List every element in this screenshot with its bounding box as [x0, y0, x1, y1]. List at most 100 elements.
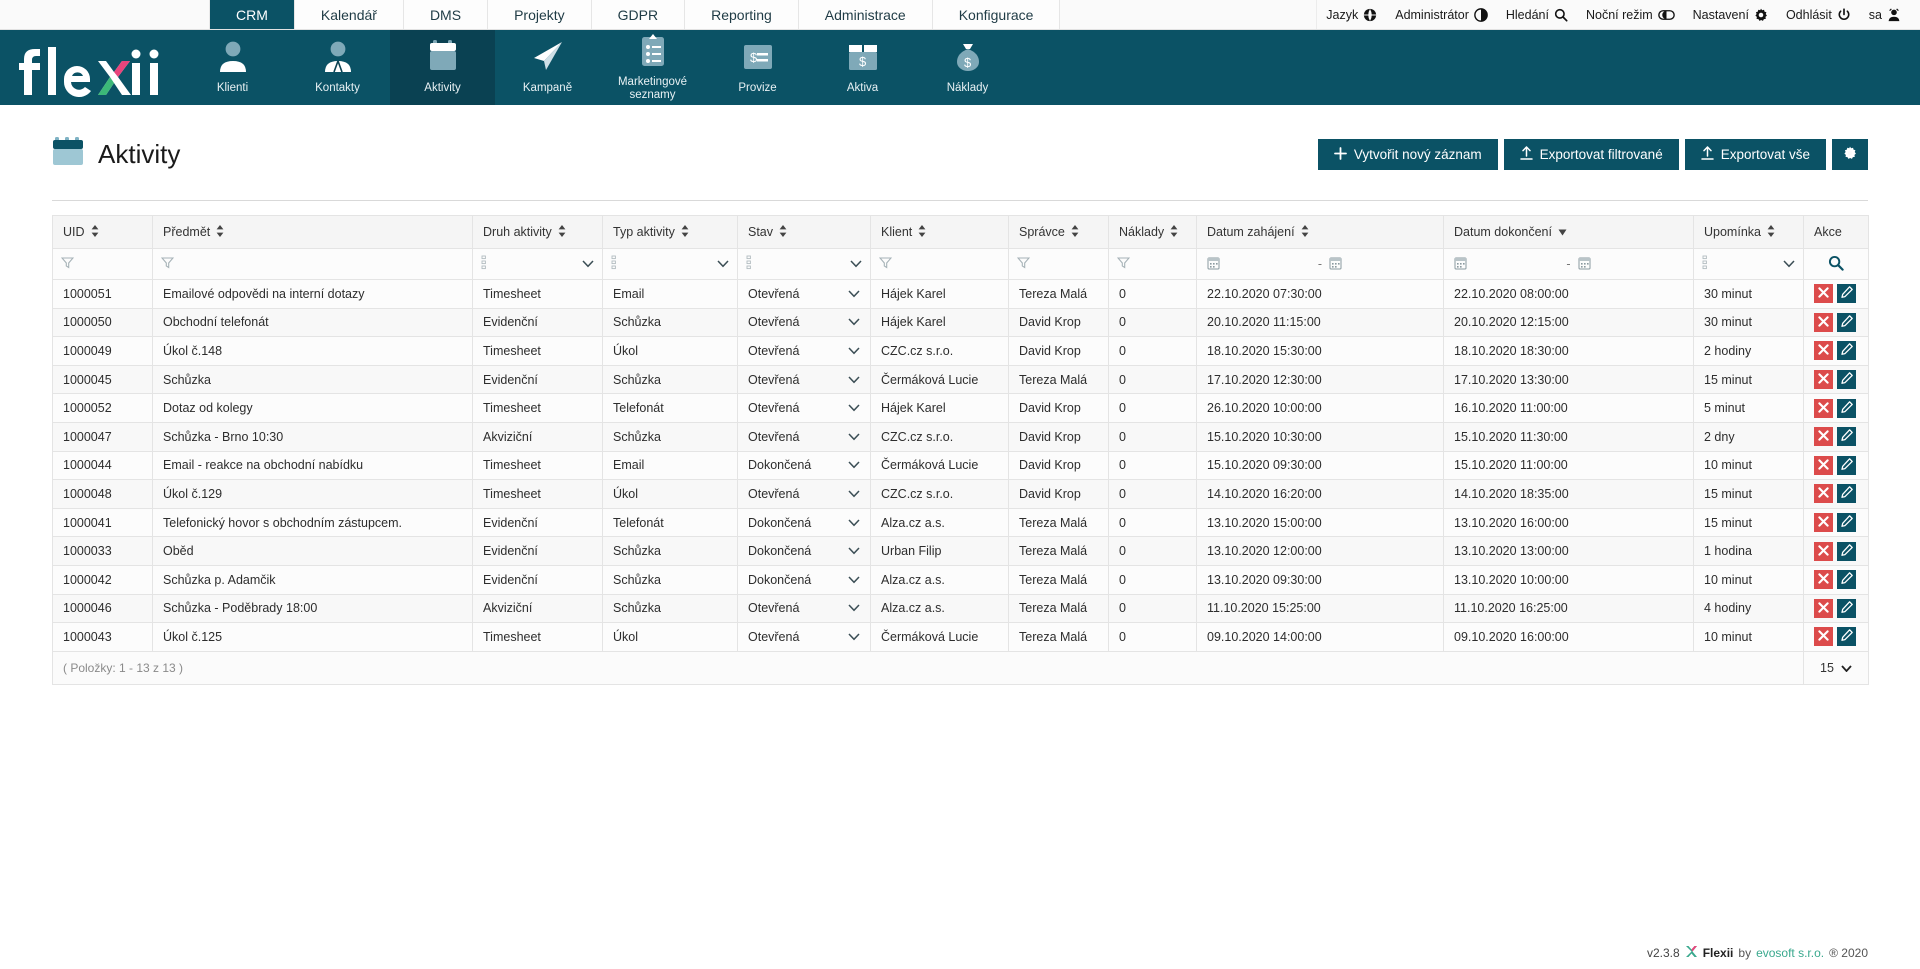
chevron-down-icon[interactable]	[848, 630, 860, 644]
row-edit-button[interactable]	[1837, 312, 1856, 332]
chevron-down-icon[interactable]	[848, 287, 860, 301]
date-to-input[interactable]	[1327, 256, 1435, 273]
filter-cell-typ-aktivity[interactable]	[602, 248, 738, 280]
chevron-down-icon[interactable]	[848, 430, 860, 444]
table-row[interactable]: 1000047 Schůzka - Brno 10:30 Akviziční Schů…	[52, 421, 1869, 452]
column-header-stav[interactable]: Stav	[737, 215, 871, 249]
date-to-input[interactable]	[1576, 256, 1685, 273]
cell-stav[interactable]: Otevřená	[737, 364, 871, 395]
module-provize[interactable]: $ Provize	[705, 30, 810, 105]
cell-stav[interactable]: Dokončená	[737, 536, 871, 566]
user-menu-item-globe[interactable]: Jazyk	[1317, 8, 1386, 22]
chevron-down-icon[interactable]	[848, 344, 860, 358]
cell-stav[interactable]: Otevřená	[737, 593, 871, 624]
row-edit-button[interactable]	[1837, 627, 1856, 647]
row-edit-button[interactable]	[1837, 427, 1856, 447]
table-row[interactable]: 1000049 Úkol č.148 Timesheet Úkol Otevřená CZ…	[52, 336, 1869, 366]
table-row[interactable]: 1000043 Úkol č.125 Timesheet Úkol Otevřená Če…	[52, 622, 1869, 652]
row-edit-button[interactable]	[1837, 598, 1856, 618]
row-edit-button[interactable]	[1837, 284, 1856, 304]
row-delete-button[interactable]	[1814, 427, 1833, 447]
row-delete-button[interactable]	[1814, 570, 1833, 590]
row-delete-button[interactable]	[1814, 627, 1833, 647]
row-delete-button[interactable]	[1814, 398, 1833, 418]
page-size-select[interactable]: 15	[1803, 650, 1869, 685]
module-marketingov-seznamy[interactable]: Marketingové seznamy	[600, 30, 705, 105]
chevron-down-icon[interactable]	[848, 544, 860, 558]
top-tab-konfigurace[interactable]: Konfigurace	[932, 0, 1061, 29]
table-row[interactable]: 1000042 Schůzka p. Adamčik Evidenční Schůzk…	[52, 564, 1869, 595]
table-row[interactable]: 1000041 Telefonický hovor s obchodním zás…	[52, 507, 1869, 538]
filter-dropdown[interactable]	[1783, 257, 1795, 271]
user-menu-item-power[interactable]: Odhlásit	[1777, 8, 1860, 22]
filter-dropdown[interactable]	[850, 257, 862, 271]
cell-stav[interactable]: Otevřená	[737, 336, 871, 366]
filter-cell-n-klady[interactable]	[1108, 248, 1197, 280]
column-header-klient[interactable]: Klient	[870, 215, 1009, 249]
table-row[interactable]: 1000046 Schůzka - Poděbrady 18:00 Akvizičn…	[52, 593, 1869, 624]
filter-cell-klient[interactable]	[870, 248, 1009, 280]
action-settings-button[interactable]	[1832, 139, 1868, 170]
row-edit-button[interactable]	[1837, 398, 1856, 418]
row-edit-button[interactable]	[1837, 513, 1856, 533]
cell-stav[interactable]: Otevřená	[737, 307, 871, 338]
table-row[interactable]: 1000052 Dotaz od kolegy Timesheet Telefonát…	[52, 393, 1869, 423]
top-tab-dms[interactable]: DMS	[403, 0, 489, 29]
cell-stav[interactable]: Dokončená	[737, 450, 871, 481]
row-edit-button[interactable]	[1837, 370, 1856, 390]
row-edit-button[interactable]	[1837, 341, 1856, 361]
filter-cell-spr-vce[interactable]	[1008, 248, 1109, 280]
top-tab-gdpr[interactable]: GDPR	[591, 0, 686, 29]
column-header-typ-aktivity[interactable]: Typ aktivity	[602, 215, 738, 249]
cell-stav[interactable]: Otevřená	[737, 279, 871, 309]
module-n-klady[interactable]: $ Náklady	[915, 30, 1020, 105]
filter-cell-uid[interactable]	[52, 248, 153, 280]
column-header-upom-nka[interactable]: Upomínka	[1693, 215, 1804, 249]
row-edit-button[interactable]	[1837, 541, 1856, 561]
row-delete-button[interactable]	[1814, 370, 1833, 390]
filter-cell-stav[interactable]	[737, 248, 871, 280]
brand-logo[interactable]	[0, 30, 180, 105]
chevron-down-icon[interactable]	[848, 487, 860, 501]
user-menu-item-contrast[interactable]: Administrátor	[1386, 8, 1497, 22]
chevron-down-icon[interactable]	[848, 373, 860, 387]
table-row[interactable]: 1000051 Emailové odpovědi na interní dota…	[52, 279, 1869, 309]
top-tab-administrace[interactable]: Administrace	[798, 0, 933, 29]
column-header-p-edm-t[interactable]: Předmět	[152, 215, 473, 249]
table-row[interactable]: 1000050 Obchodní telefonát Evidenční Schůzk…	[52, 307, 1869, 338]
filter-cell-datum-dokon-en-[interactable]: -	[1443, 248, 1694, 280]
module-kampan-[interactable]: Kampaně	[495, 30, 600, 105]
user-menu-item-gear[interactable]: Nastavení	[1684, 8, 1777, 22]
row-delete-button[interactable]	[1814, 484, 1833, 504]
user-menu-item-search[interactable]: Hledání	[1497, 8, 1577, 22]
table-row[interactable]: 1000033 Oběd Evidenční Schůzka Dokončená Urba…	[52, 536, 1869, 566]
chevron-down-icon[interactable]	[848, 516, 860, 530]
filter-dropdown[interactable]	[582, 257, 594, 271]
row-delete-button[interactable]	[1814, 541, 1833, 561]
chevron-down-icon[interactable]	[848, 458, 860, 472]
module-aktivity[interactable]: Aktivity	[390, 30, 495, 105]
action-exportovat-v-e[interactable]: Exportovat vše	[1684, 139, 1826, 170]
cell-stav[interactable]: Otevřená	[737, 479, 871, 509]
user-menu-item-night-mode[interactable]: Noční režim	[1577, 8, 1684, 22]
column-header-n-klady[interactable]: Náklady	[1108, 215, 1197, 249]
column-header-spr-vce[interactable]: Správce	[1008, 215, 1109, 249]
filter-search-button[interactable]	[1812, 255, 1860, 274]
date-from-input[interactable]	[1205, 256, 1313, 273]
row-edit-button[interactable]	[1837, 570, 1856, 590]
column-header-datum-dokon-en-[interactable]: Datum dokončení	[1443, 215, 1694, 249]
cell-stav[interactable]: Otevřená	[737, 421, 871, 452]
filter-cell-akce[interactable]	[1803, 248, 1869, 280]
column-header-uid[interactable]: UID	[52, 215, 153, 249]
module-kontakty[interactable]: Kontakty	[285, 30, 390, 105]
top-tab-crm[interactable]: CRM	[210, 0, 295, 29]
table-row[interactable]: 1000048 Úkol č.129 Timesheet Úkol Otevřená CZ…	[52, 479, 1869, 509]
top-tab-kalend-[interactable]: Kalendář	[294, 0, 404, 29]
filter-cell-druh-aktivity[interactable]	[472, 248, 603, 280]
row-delete-button[interactable]	[1814, 455, 1833, 475]
module-aktiva[interactable]: $ Aktiva	[810, 30, 915, 105]
row-delete-button[interactable]	[1814, 284, 1833, 304]
user-menu-item-user-avatar[interactable]: sa	[1860, 8, 1910, 22]
top-tab-projekty[interactable]: Projekty	[488, 0, 592, 29]
row-delete-button[interactable]	[1814, 312, 1833, 332]
